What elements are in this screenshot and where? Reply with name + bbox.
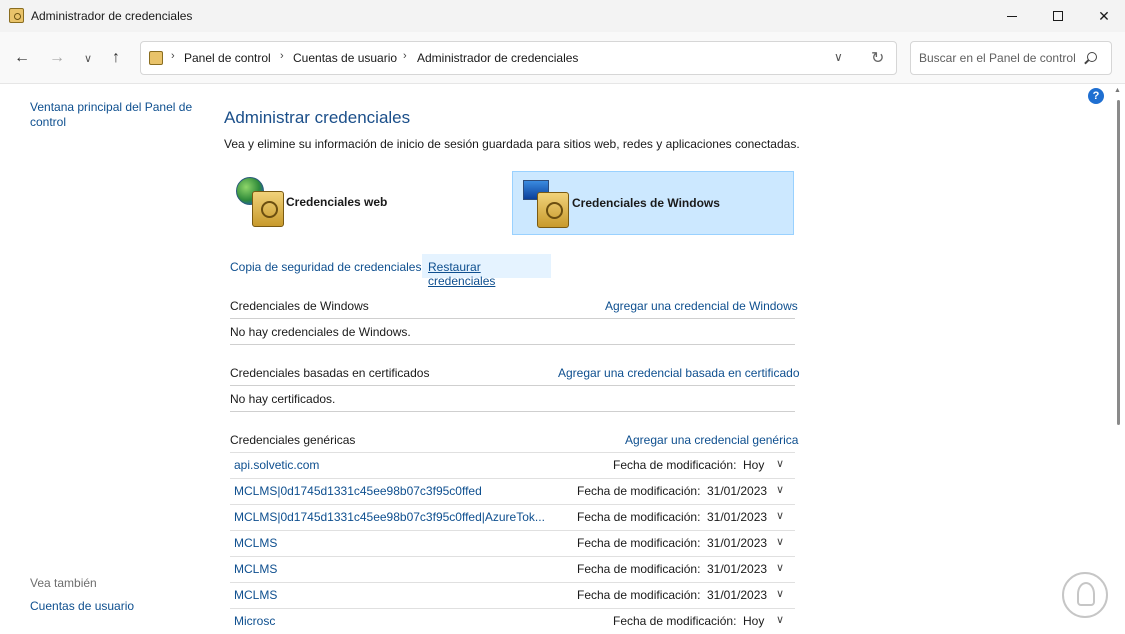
modified-label: Fecha de modificación:	[577, 536, 701, 550]
chevron-down-icon[interactable]: ∨	[776, 587, 784, 600]
up-button[interactable]: ↑	[104, 46, 128, 70]
credential-row[interactable]: MCLMS Fecha de modificación: 31/01/2023 ∨	[230, 556, 795, 582]
forward-button[interactable]: →	[45, 46, 69, 70]
user-accounts-link[interactable]: Cuentas de usuario	[30, 599, 134, 613]
modified-date: Hoy	[743, 614, 765, 628]
scroll-thumb[interactable]	[1117, 100, 1120, 425]
chevron-down-icon[interactable]: ∨	[776, 457, 784, 470]
modified-label: Fecha de modificación:	[577, 588, 701, 602]
navigation-bar: ← → ∨ ↑ › Panel de control › Cuentas de …	[0, 32, 1125, 84]
address-bar[interactable]: › Panel de control › Cuentas de usuario …	[140, 41, 897, 75]
control-panel-icon	[149, 51, 163, 65]
credential-name[interactable]: MCLMS|0d1745d1331c45ee98b07c3f95c0ffed	[234, 484, 482, 498]
chevron-down-icon[interactable]: ∨	[776, 509, 784, 522]
search-input[interactable]: Buscar en el Panel de control	[910, 41, 1112, 75]
credential-name[interactable]: MCLMS|0d1745d1331c45ee98b07c3f95c0ffed|A…	[234, 510, 545, 524]
credential-name[interactable]: Microsc	[234, 614, 275, 628]
credential-name[interactable]: MCLMS	[234, 562, 277, 576]
backup-credentials-link[interactable]: Copia de seguridad de credenciales	[230, 260, 421, 274]
web-credentials-tile[interactable]: Credenciales web	[230, 171, 512, 235]
chevron-down-icon[interactable]: ∨	[776, 613, 784, 626]
modified-label: Fecha de modificación:	[577, 510, 701, 524]
credential-name[interactable]: MCLMS	[234, 588, 277, 602]
breadcrumb-separator-icon: ›	[403, 50, 407, 62]
breadcrumb-separator-icon: ›	[280, 50, 284, 62]
chevron-down-icon[interactable]: ∨	[776, 535, 784, 548]
divider	[230, 318, 795, 319]
generic-credentials-section-title: Credenciales genéricas	[230, 433, 356, 447]
window-title: Administrador de credenciales	[31, 9, 193, 23]
credential-row[interactable]: MCLMS|0d1745d1331c45ee98b07c3f95c0ffed Fe…	[230, 478, 795, 504]
credential-manager-icon	[9, 8, 24, 23]
modified-label: Fecha de modificación:	[577, 562, 701, 576]
divider	[230, 385, 795, 386]
back-button[interactable]: ←	[10, 46, 34, 70]
windows-credentials-section-title: Credenciales de Windows	[230, 299, 369, 313]
page-subtitle: Vea y elimine su información de inicio d…	[224, 137, 800, 151]
windows-credentials-label: Credenciales de Windows	[572, 196, 720, 210]
close-button[interactable]: ✕	[1081, 0, 1125, 32]
credential-row[interactable]: MCLMS|0d1745d1331c45ee98b07c3f95c0ffed|A…	[230, 504, 795, 530]
modified-label: Fecha de modificación:	[577, 484, 701, 498]
credential-row[interactable]: MCLMS Fecha de modificación: 31/01/2023 ∨	[230, 530, 795, 556]
minimize-icon	[1007, 15, 1017, 17]
modified-date: 31/01/2023	[707, 588, 768, 602]
divider	[230, 411, 795, 412]
page-title: Administrar credenciales	[224, 108, 411, 127]
chevron-down-icon[interactable]: ∨	[776, 483, 784, 496]
chevron-down-icon[interactable]: ∨	[776, 561, 784, 574]
modified-date: Hoy	[743, 458, 765, 472]
watermark-logo-icon	[1062, 572, 1108, 618]
modified-date: 31/01/2023	[707, 484, 768, 498]
search-icon[interactable]	[1087, 52, 1097, 62]
add-windows-credential-link[interactable]: Agregar una credencial de Windows	[605, 299, 798, 313]
windows-credentials-tile[interactable]: Credenciales de Windows	[512, 171, 794, 235]
credential-row[interactable]: MCLMS Fecha de modificación: 31/01/2023 ∨	[230, 582, 795, 608]
web-credentials-label: Credenciales web	[286, 195, 388, 209]
add-generic-credential-link[interactable]: Agregar una credencial genérica	[625, 433, 798, 447]
help-icon[interactable]: ?	[1088, 88, 1104, 104]
recent-locations-button[interactable]: ∨	[76, 46, 100, 70]
vault-icon	[537, 192, 569, 228]
divider	[230, 344, 795, 345]
breadcrumb-user-accounts[interactable]: Cuentas de usuario	[293, 51, 397, 65]
certificate-credentials-empty: No hay certificados.	[230, 392, 336, 406]
left-pane: Ventana principal del Panel de control V…	[0, 85, 210, 634]
credential-name[interactable]: MCLMS	[234, 536, 277, 550]
credential-name[interactable]: api.solvetic.com	[234, 458, 319, 472]
add-certificate-credential-link[interactable]: Agregar una credencial basada en certifi…	[558, 366, 800, 380]
breadcrumb-panel[interactable]: Panel de control	[184, 51, 271, 65]
search-placeholder: Buscar en el Panel de control	[919, 51, 1076, 65]
chevron-down-icon[interactable]: ∨	[834, 50, 843, 64]
certificate-credentials-section-title: Credenciales basadas en certificados	[230, 366, 430, 380]
breadcrumb-credential-manager[interactable]: Administrador de credenciales	[417, 51, 578, 65]
breadcrumb-separator-icon: ›	[171, 50, 175, 62]
modified-label: Fecha de modificación:	[613, 614, 737, 628]
maximize-icon	[1053, 11, 1063, 21]
credential-row[interactable]: api.solvetic.com Fecha de modificación: Ho…	[230, 452, 795, 478]
credential-row[interactable]: Microsc Fecha de modificación: Hoy ∨	[230, 608, 795, 634]
modified-label: Fecha de modificación:	[613, 458, 737, 472]
modified-date: 31/01/2023	[707, 510, 768, 524]
control-panel-home-link[interactable]: Ventana principal del Panel de control	[30, 100, 205, 130]
vault-icon	[252, 191, 284, 227]
minimize-button[interactable]	[989, 0, 1035, 32]
maximize-button[interactable]	[1035, 0, 1081, 32]
close-icon: ✕	[1098, 7, 1110, 24]
restore-credentials-link[interactable]: Restaurar credenciales	[422, 254, 551, 288]
title-bar: Administrador de credenciales ✕	[0, 0, 1125, 32]
windows-credentials-empty: No hay credenciales de Windows.	[230, 325, 411, 339]
modified-date: 31/01/2023	[707, 536, 768, 550]
scrollbar[interactable]: ▲	[1111, 85, 1125, 634]
modified-date: 31/01/2023	[707, 562, 768, 576]
scroll-up-icon[interactable]: ▲	[1114, 87, 1121, 94]
restore-credentials-label: Restaurar credenciales	[428, 260, 496, 288]
see-also-label: Vea también	[30, 576, 97, 590]
refresh-icon[interactable]: ↻	[871, 48, 884, 68]
